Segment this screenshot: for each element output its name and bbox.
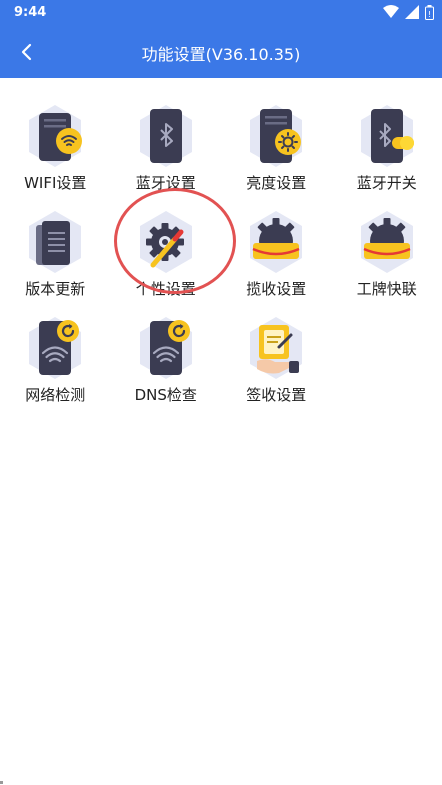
menu-item-label: 亮度设置: [246, 174, 307, 192]
menu-item-version-update[interactable]: 版本更新: [0, 201, 111, 307]
menu-item-label: WIFI设置: [24, 174, 87, 192]
menu-item-signoff-settings[interactable]: 签收设置: [221, 307, 332, 413]
menu-item-label: 揽收设置: [246, 280, 307, 298]
pickup-settings-icon: [250, 211, 303, 273]
settings-grid: WIFI设置 蓝牙设置 亮度设置 蓝牙开关 版本更新 个性设置 揽收设置 工牌快…: [0, 95, 442, 413]
bluetooth-toggle-icon: [360, 105, 414, 167]
gesture-indicator: [0, 781, 3, 784]
wifi-icon: [383, 5, 399, 18]
page-title: 功能设置(V36.10.35): [141, 45, 301, 64]
menu-item-bluetooth-settings[interactable]: 蓝牙设置: [111, 95, 222, 201]
wifi-settings-icon: [29, 105, 83, 167]
network-check-icon: [29, 317, 82, 379]
menu-item-label: 个性设置: [135, 280, 196, 298]
menu-item-label: DNS检查: [134, 386, 197, 404]
menu-item-wifi-settings[interactable]: WIFI设置: [0, 95, 111, 201]
menu-item-label: 签收设置: [246, 386, 307, 404]
menu-item-label: 蓝牙设置: [135, 174, 196, 192]
bluetooth-settings-icon: [139, 105, 192, 167]
menu-item-label: 蓝牙开关: [356, 174, 417, 192]
dns-check-icon: [139, 317, 192, 379]
menu-item-personal-settings[interactable]: 个性设置: [111, 201, 222, 307]
menu-item-dns-check[interactable]: DNS检查: [111, 307, 222, 413]
version-update-icon: [29, 211, 82, 273]
menu-item-label: 工牌快联: [356, 280, 417, 298]
svg-text:!: !: [428, 10, 431, 19]
menu-item-label: 版本更新: [25, 280, 86, 298]
signoff-settings-icon: [250, 317, 303, 379]
menu-item-network-check[interactable]: 网络检测: [0, 307, 111, 413]
menu-item-bluetooth-toggle[interactable]: 蓝牙开关: [332, 95, 442, 201]
menu-item-brightness-settings[interactable]: 亮度设置: [221, 95, 332, 201]
menu-item-badge-quick-connect[interactable]: 工牌快联: [332, 201, 442, 307]
brightness-settings-icon: [250, 105, 303, 167]
menu-item-pickup-settings[interactable]: 揽收设置: [221, 201, 332, 307]
status-icons: !: [383, 3, 434, 21]
badge-quick-connect-icon: [360, 211, 413, 273]
menu-item-label: 网络检测: [25, 386, 86, 404]
app-bar: 9:44 ! 功能设置(V36.10.35): [0, 0, 442, 78]
signal-icon: [405, 5, 419, 19]
personal-settings-icon: [139, 211, 192, 273]
battery-icon: !: [425, 4, 434, 20]
status-time: 9:44: [14, 5, 47, 20]
